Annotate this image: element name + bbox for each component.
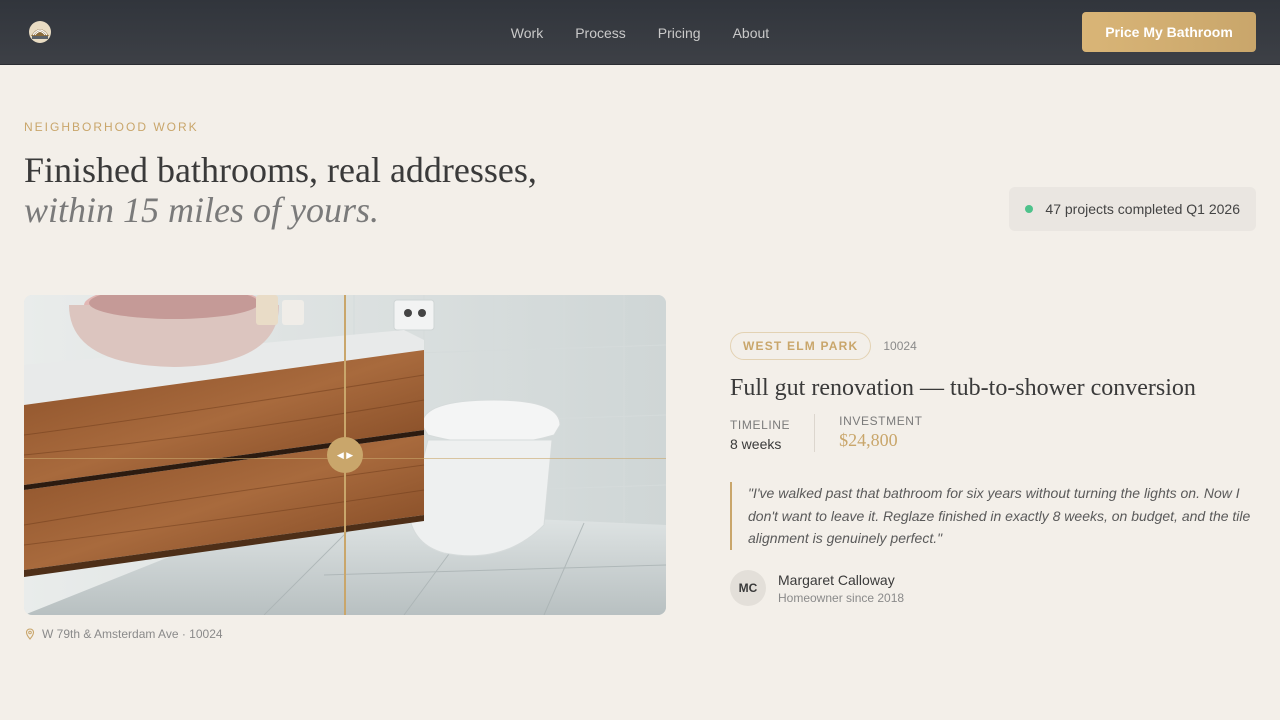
- before-after-photo[interactable]: ◀ ▶: [24, 295, 666, 615]
- slider-handle[interactable]: ◀ ▶: [327, 437, 363, 473]
- project-address: W 79th & Amsterdam Ave · 10024: [24, 627, 223, 641]
- investment-label: INVESTMENT: [839, 414, 923, 428]
- testimonial-quote: "I've walked past that bathroom for six …: [730, 482, 1260, 550]
- timeline-value: 8 weeks: [730, 436, 782, 452]
- author-subtitle: Homeowner since 2018: [778, 590, 905, 605]
- section-eyebrow: NEIGHBORHOOD WORK: [24, 120, 199, 134]
- nav-link-pricing[interactable]: Pricing: [658, 25, 701, 41]
- price-my-bathroom-button[interactable]: Price My Bathroom: [1082, 12, 1256, 52]
- author-name: Margaret Calloway: [778, 571, 895, 588]
- top-nav: Work Process Pricing About Price My Bath…: [0, 0, 1280, 65]
- status-dot: [1025, 205, 1034, 213]
- headline-line-2: within 15 miles of yours.: [24, 190, 380, 230]
- project-title: Full gut renovation — tub-to-shower conv…: [730, 375, 1196, 401]
- timeline-block: TIMELINE 8 weeks: [730, 414, 814, 452]
- avatar: MC: [730, 570, 766, 606]
- headline-line-1: Finished bathrooms, real addresses,: [24, 150, 537, 190]
- investment-value: $24,800: [839, 430, 898, 450]
- projects-stat-text: 47 projects completed Q1 2026: [1045, 201, 1240, 217]
- location-pin-icon: [25, 628, 35, 640]
- project-location-tags: WEST ELM PARK 10024: [730, 332, 917, 360]
- address-text: W 79th & Amsterdam Ave · 10024: [42, 627, 223, 641]
- author-details: Margaret Calloway Homeowner since 2018: [778, 572, 904, 605]
- timeline-label: TIMELINE: [730, 418, 791, 432]
- zip-code: 10024: [883, 339, 917, 353]
- nav-link-process[interactable]: Process: [575, 25, 626, 41]
- slider-arrows-icon: ◀ ▶: [336, 449, 354, 460]
- nav-link-work[interactable]: Work: [511, 25, 543, 41]
- investment-block: INVESTMENT $24,800: [814, 414, 946, 452]
- page-headline: Finished bathrooms, real addresses, with…: [24, 150, 537, 230]
- neighborhood-tag[interactable]: WEST ELM PARK: [730, 332, 872, 360]
- nav-link-about[interactable]: About: [733, 25, 770, 41]
- projects-stat-badge: 47 projects completed Q1 2026: [1009, 187, 1256, 231]
- project-meta: TIMELINE 8 weeks INVESTMENT $24,800: [730, 414, 947, 452]
- testimonial-author: MC Margaret Calloway Homeowner since 201…: [730, 570, 904, 606]
